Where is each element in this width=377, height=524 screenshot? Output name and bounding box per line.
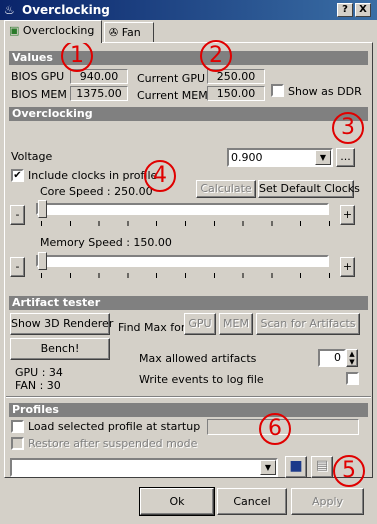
voltage-value: 0.900 (231, 151, 263, 164)
profile-select[interactable]: ▼ (10, 458, 278, 477)
scan-artifacts-button[interactable]: Scan for Artifacts (256, 313, 360, 335)
memory-decrease-button[interactable]: - (10, 257, 25, 277)
voltage-label: Voltage (11, 150, 53, 163)
tab-overclocking[interactable]: ▣ Overclocking (4, 20, 102, 43)
core-speed-slider[interactable] (36, 203, 329, 215)
set-default-clocks-button[interactable]: Set Default Clocks (258, 180, 360, 198)
bios-mem-label: BIOS MEM (11, 88, 67, 101)
memory-slider-thumb[interactable] (38, 252, 47, 270)
current-gpu-label: Current GPU (137, 72, 206, 85)
ok-button[interactable]: Ok (139, 487, 215, 516)
find-max-label: Find Max for (118, 321, 186, 334)
write-events-label: Write events to log file (139, 373, 264, 386)
voltage-select[interactable]: 0.900 ▼ (227, 148, 333, 167)
tab-fan[interactable]: ✇ Fan (104, 22, 154, 43)
memory-slider-ticks (41, 273, 331, 278)
memory-speed-label: Memory Speed : 150.00 (40, 236, 172, 249)
help-button[interactable]: ? (337, 3, 353, 17)
chip-icon: ▣ (9, 24, 20, 37)
window-title: Overclocking (22, 3, 110, 17)
find-max-mem-button[interactable]: MEM (219, 313, 253, 335)
separator (6, 396, 371, 398)
section-overclocking: Overclocking (9, 107, 368, 121)
bios-gpu-label: BIOS GPU (11, 70, 65, 83)
gpu-temp-readout: GPU : 34 (15, 366, 63, 379)
save-profile-icon[interactable]: ■ (285, 456, 307, 478)
chevron-down-icon[interactable]: ▼ (260, 460, 276, 475)
spinner-arrows-icon[interactable]: ▲ ▼ (346, 349, 358, 367)
show-ddr-checkbox[interactable] (271, 84, 284, 97)
title-bar[interactable]: ♨ Overclocking ? X (0, 0, 377, 20)
show-ddr-label: Show as DDR (288, 85, 362, 98)
annotation-marker-1: 1 (61, 40, 93, 72)
fan-readout: FAN : 30 (15, 379, 61, 392)
section-artifact-tester: Artifact tester (9, 296, 368, 310)
annotation-marker-3: 3 (332, 112, 364, 144)
load-startup-label: Load selected profile at startup (28, 420, 201, 433)
tab-label: Fan (121, 26, 141, 39)
core-decrease-button[interactable]: - (10, 205, 25, 225)
bios-mem-value: 1375.00 (70, 86, 128, 101)
calculate-button[interactable]: Calculate (196, 180, 256, 198)
open-profile-icon[interactable]: ▤ (311, 456, 333, 478)
show-3d-renderer-button[interactable]: Show 3D Renderer (10, 313, 113, 335)
find-max-gpu-button[interactable]: GPU (184, 313, 216, 335)
max-allowed-input[interactable]: 0 (318, 349, 346, 367)
annotation-marker-5: 5 (333, 455, 365, 487)
write-events-checkbox[interactable] (346, 372, 359, 385)
annotation-marker-4: 4 (144, 160, 176, 192)
restore-label: Restore after suspended mode (28, 437, 198, 450)
current-mem-value: 150.00 (207, 86, 265, 101)
load-startup-checkbox[interactable] (11, 420, 24, 433)
core-slider-thumb[interactable] (38, 200, 47, 218)
app-icon: ♨ (4, 3, 15, 17)
section-profiles: Profiles (9, 403, 368, 417)
memory-increase-button[interactable]: + (340, 257, 355, 277)
voltage-more-button[interactable]: ... (336, 148, 355, 167)
apply-button[interactable]: Apply (291, 488, 364, 515)
core-increase-button[interactable]: + (340, 205, 355, 225)
max-allowed-label: Max allowed artifacts (139, 352, 257, 365)
include-clocks-label: Include clocks in profile (28, 169, 158, 182)
memory-speed-slider[interactable] (36, 255, 329, 267)
fan-icon: ✇ (109, 26, 119, 39)
close-button[interactable]: X (355, 3, 371, 17)
current-mem-label: Current MEM (137, 89, 208, 102)
cancel-button[interactable]: Cancel (217, 488, 287, 515)
restore-checkbox[interactable] (11, 437, 24, 450)
tab-label: Overclocking (22, 24, 95, 37)
bench-button[interactable]: Bench! (10, 338, 110, 360)
annotation-marker-2: 2 (200, 40, 232, 72)
include-clocks-checkbox[interactable]: ✔ (11, 169, 24, 182)
chevron-down-icon[interactable]: ▼ (315, 150, 331, 165)
annotation-marker-6: 6 (259, 413, 291, 445)
core-slider-ticks (41, 221, 331, 226)
core-speed-label: Core Speed : 250.00 (40, 185, 153, 198)
